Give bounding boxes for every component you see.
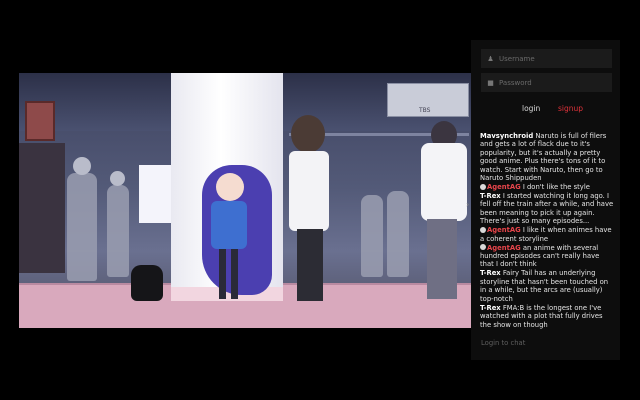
password-input[interactable]: [499, 78, 609, 87]
user-icon: ♟: [487, 54, 494, 63]
collapse-chat-icon[interactable]: ›: [466, 200, 469, 209]
bg-person: [67, 173, 97, 281]
scene-girl-leg: [231, 249, 238, 299]
chat-panel: ♟ ■ login signup Mavsynchroid Naruto is …: [471, 40, 620, 360]
scene-girl-face: [216, 173, 244, 201]
scene-signboard: [25, 101, 55, 141]
signup-button[interactable]: signup: [558, 104, 583, 113]
chat-messages[interactable]: Mavsynchroid Naruto is full of filers an…: [480, 132, 614, 366]
user-badge-icon: [480, 183, 486, 190]
chat-text: I started watching it long ago. I fell o…: [480, 192, 614, 226]
chat-message: T-Rex I started watching it long ago. I …: [480, 192, 614, 226]
chat-message: T-Rex FMA:B is the longest one I've watc…: [480, 304, 614, 329]
scene-man-body: [421, 143, 467, 221]
username-field[interactable]: ♟: [481, 49, 612, 68]
bg-person: [361, 195, 383, 277]
bg-person-head: [73, 157, 91, 175]
scene-girl-body: [211, 201, 247, 249]
chat-message: T-Rex Fairy Tail has an underlying story…: [480, 269, 614, 303]
password-field[interactable]: ■: [481, 73, 612, 92]
login-to-chat-link[interactable]: Login to chat: [481, 339, 525, 347]
scene-boy-pants: [297, 229, 323, 301]
scene-sign-text: TBS: [419, 107, 431, 114]
scene-screen: [139, 165, 171, 223]
bg-person: [387, 191, 409, 277]
chat-username[interactable]: T-Rex: [480, 304, 501, 312]
chat-text: I don't like the style: [520, 183, 590, 192]
username-input[interactable]: [499, 54, 609, 63]
user-badge-icon: [480, 244, 486, 251]
chat-message: Mavsynchroid Naruto is full of filers an…: [480, 132, 614, 182]
chat-username[interactable]: AgentAG: [487, 226, 521, 234]
chat-text: Naruto is full of filers and gets a lot …: [480, 132, 607, 183]
user-badge-icon: [480, 226, 486, 233]
scene-girl-leg: [219, 249, 226, 299]
chat-message: AgentAG an anime with several hundred ep…: [480, 244, 614, 269]
bg-person-head: [110, 171, 125, 186]
chat-username[interactable]: Mavsynchroid: [480, 132, 533, 140]
scene-shop: [19, 143, 65, 273]
chat-message: AgentAG I don't like the style: [480, 183, 614, 191]
video-player[interactable]: TBS: [19, 73, 471, 328]
login-button[interactable]: login: [522, 104, 540, 113]
scene-cat: [131, 265, 163, 301]
lock-icon: ■: [487, 78, 494, 87]
scene-boy-head: [291, 115, 325, 153]
chat-message: AgentAG I like it when animes have a coh…: [480, 226, 614, 243]
chat-username[interactable]: T-Rex: [480, 192, 501, 200]
chat-username[interactable]: AgentAG: [487, 183, 521, 191]
scene-boy-body: [289, 151, 329, 231]
chat-username[interactable]: AgentAG: [487, 244, 521, 252]
scene-man-pants: [427, 219, 457, 299]
bg-person: [107, 185, 129, 277]
chat-username[interactable]: T-Rex: [480, 269, 501, 277]
